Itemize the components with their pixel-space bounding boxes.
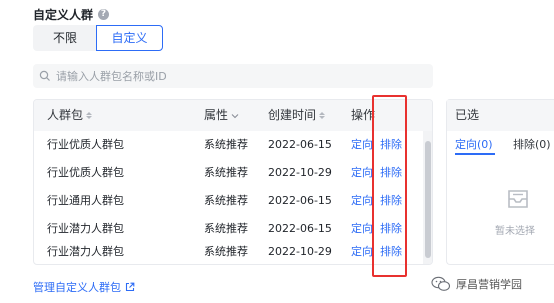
- header-created[interactable]: 创建时间: [268, 100, 326, 131]
- watermark: 厚昌营销学园: [431, 276, 522, 292]
- target-link[interactable]: 定向: [351, 187, 373, 215]
- scrollbar-thumb[interactable]: [425, 141, 431, 258]
- manage-link-label: 管理自定义人群包: [33, 281, 121, 294]
- header-created-label: 创建时间: [268, 108, 317, 122]
- target-link[interactable]: 定向: [351, 131, 373, 159]
- table-row: 行业潜力人群包 系统推荐 2022-10-29 定向 排除: [34, 238, 424, 264]
- mode-option-custom[interactable]: 自定义: [96, 25, 163, 51]
- cell-attr: 系统推荐: [204, 245, 248, 258]
- external-link-icon: [125, 282, 135, 292]
- cell-name: 行业优质人群包: [47, 138, 124, 151]
- header-name-label: 人群包: [47, 108, 84, 122]
- table-scrollbar[interactable]: [423, 131, 432, 264]
- cell-created: 2022-06-15: [268, 194, 332, 207]
- watermark-text: 厚昌营销学园: [456, 278, 522, 291]
- section-title-text: 自定义人群: [33, 8, 94, 22]
- empty-inbox-icon: [508, 190, 528, 208]
- selected-panel: 已选 定向(0) 排除(0) 暂未选择: [446, 99, 554, 265]
- active-tab-indicator: [455, 153, 495, 155]
- cell-attr: 系统推荐: [204, 166, 248, 179]
- cell-attr: 系统推荐: [204, 194, 248, 207]
- selected-panel-title: 已选: [447, 100, 554, 131]
- mode-option-unlimited[interactable]: 不限: [33, 25, 97, 51]
- target-link[interactable]: 定向: [351, 238, 373, 264]
- cell-created: 2022-10-29: [268, 166, 332, 179]
- search-box: [33, 64, 433, 88]
- chevron-down-icon[interactable]: [231, 113, 239, 119]
- header-name[interactable]: 人群包: [47, 100, 93, 131]
- search-input[interactable]: [56, 69, 416, 83]
- table-row: 行业优质人群包 系统推荐 2022-06-15 定向 排除: [34, 131, 424, 159]
- table-row: 行业优质人群包 系统推荐 2022-10-29 定向 排除: [34, 159, 424, 187]
- sort-icon[interactable]: [86, 112, 93, 119]
- cell-created: 2022-06-15: [268, 138, 332, 151]
- cell-name: 行业潜力人群包: [47, 245, 124, 258]
- empty-text: 暂未选择: [495, 226, 535, 237]
- manage-custom-audience-link[interactable]: 管理自定义人群包: [33, 279, 135, 295]
- wechat-icon: [431, 276, 451, 291]
- cell-name: 行业优质人群包: [47, 166, 124, 179]
- section-title: 自定义人群 ?: [33, 6, 110, 23]
- tab-excluded[interactable]: 排除(0): [513, 136, 551, 152]
- cell-attr: 系统推荐: [204, 138, 248, 151]
- table-row: 行业通用人群包 系统推荐 2022-06-15 定向 排除: [34, 187, 424, 215]
- header-attr[interactable]: 属性: [204, 100, 239, 131]
- tab-targeted[interactable]: 定向(0): [455, 136, 493, 152]
- search-icon: [39, 70, 50, 81]
- cell-created: 2022-10-29: [268, 245, 332, 258]
- highlight-box: [372, 95, 407, 277]
- sort-icon[interactable]: [319, 112, 326, 119]
- cell-name: 行业通用人群包: [47, 194, 124, 207]
- help-icon[interactable]: ?: [98, 9, 110, 20]
- header-attr-label: 属性: [204, 108, 229, 122]
- target-link[interactable]: 定向: [351, 159, 373, 187]
